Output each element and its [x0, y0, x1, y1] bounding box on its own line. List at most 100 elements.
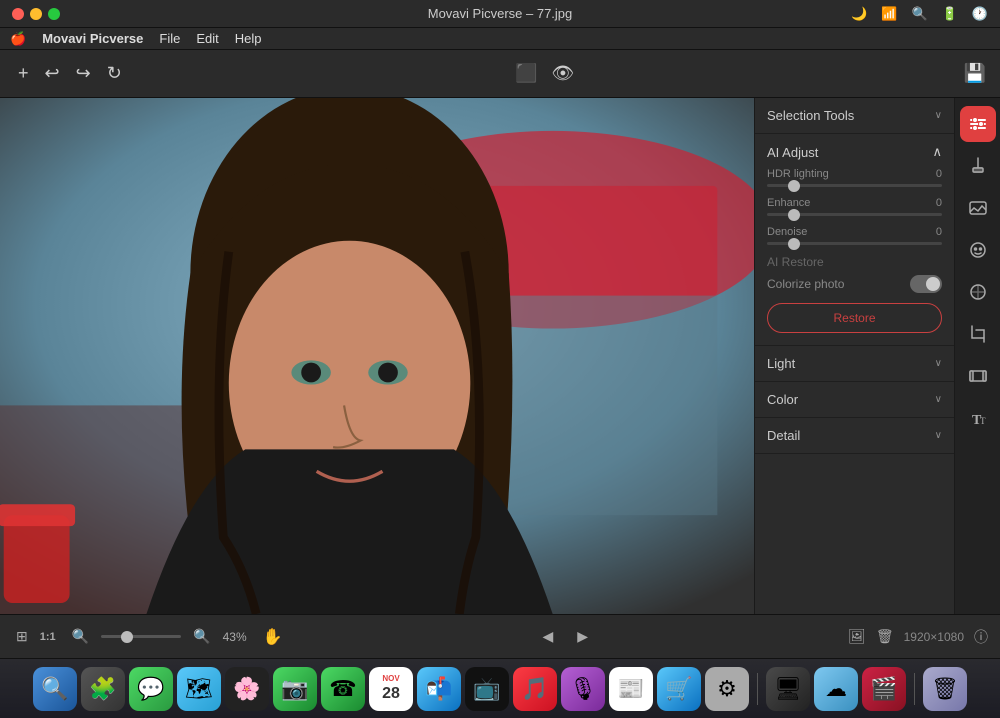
color-section-header[interactable]: Color [755, 382, 954, 418]
colorize-label: Colorize photo [767, 277, 844, 291]
dock-messages[interactable]: 💬 [129, 667, 173, 711]
denoise-slider-thumb[interactable] [788, 238, 800, 250]
bottom-bar: ⊞ 1:1 🔍 🔍 43% ✋ ◀ ▶ 🖼 🗑 1920×1080 ⓘ [0, 614, 1000, 658]
dock-launchpad[interactable]: 🧩 [81, 667, 125, 711]
image-dimensions: 1920×1080 [904, 630, 964, 644]
light-section-header[interactable]: Light [755, 346, 954, 382]
enhance-slider-thumb[interactable] [788, 209, 800, 221]
maximize-button[interactable] [48, 8, 60, 20]
title-bar: Movavi Picverse – 77.jpg 🌙 📶 🔍 🔋 🕐 [0, 0, 1000, 28]
zoom-percent: 43% [223, 630, 255, 644]
detail-chevron [935, 430, 942, 441]
dock-icloud[interactable]: ☁ [814, 667, 858, 711]
film-icon[interactable] [960, 358, 996, 394]
compare-button[interactable]: ⬛ [515, 63, 537, 84]
minimize-button[interactable] [30, 8, 42, 20]
detail-label: Detail [767, 428, 800, 443]
denoise-label: Denoise [767, 226, 807, 238]
fit-button[interactable]: ⊞ [12, 626, 32, 647]
rotate-button[interactable]: ↻ [103, 59, 126, 88]
title-bar-right: 🌙 📶 🔍 🔋 🕐 [851, 6, 988, 22]
face-icon[interactable] [960, 232, 996, 268]
dock-photos[interactable]: 🌸 [225, 667, 269, 711]
info-button[interactable]: ⓘ [974, 627, 988, 647]
detail-section-header[interactable]: Detail [755, 418, 954, 454]
zoom-out-button[interactable]: 🔍 [68, 626, 93, 647]
zoom-slider-thumb[interactable] [121, 631, 133, 643]
color-chevron [935, 394, 942, 405]
apple-menu[interactable]: 🍎 [10, 31, 26, 47]
edit-menu[interactable]: Edit [196, 31, 218, 46]
selection-tools-chevron [935, 110, 942, 121]
dock-tv[interactable]: 📺 [465, 667, 509, 711]
file-menu[interactable]: File [159, 31, 180, 46]
hdr-slider-track[interactable] [767, 184, 942, 187]
hand-tool-icon[interactable]: ✋ [263, 627, 283, 647]
ai-adjust-header[interactable]: AI Adjust [767, 134, 942, 168]
preview-button[interactable]: 👁 [551, 63, 574, 84]
denoise-slider-track[interactable] [767, 242, 942, 245]
traffic-lights[interactable] [12, 8, 60, 20]
mask-icon[interactable] [960, 274, 996, 310]
battery-icon: 🔋 [942, 6, 958, 22]
save-button[interactable]: 💾 [964, 63, 986, 84]
enhance-slider-track[interactable] [767, 213, 942, 216]
canvas-area[interactable] [0, 98, 754, 614]
portrait-svg [0, 98, 754, 614]
dock-finder[interactable]: 🔍 [33, 667, 77, 711]
toggle-thumb [926, 277, 940, 291]
window-title: Movavi Picverse – 77.jpg [428, 6, 573, 21]
dock-appstore[interactable]: 🛒 [657, 667, 701, 711]
light-label: Light [767, 356, 795, 371]
time-icon: 🕐 [972, 6, 988, 22]
dock-music[interactable]: 🎵 [513, 667, 557, 711]
dock-mail[interactable]: 📬 [417, 667, 461, 711]
sliders-icon[interactable] [960, 106, 996, 142]
dock-podcasts[interactable]: 🎙 [561, 667, 605, 711]
dock-phone[interactable]: ☎ [321, 667, 365, 711]
zoom-in-button[interactable]: 🔍 [189, 626, 214, 647]
enhance-slider-row: Enhance 0 [767, 197, 942, 216]
text-icon[interactable]: T T [960, 400, 996, 436]
thumbnail-button[interactable]: 🖼 [848, 628, 866, 645]
toolbar-left: + ↩ ↪ ↻ [14, 59, 126, 88]
bottom-center: ◀ ▶ [535, 624, 597, 649]
hdr-label: HDR lighting [767, 168, 829, 180]
close-button[interactable] [12, 8, 24, 20]
dock-maps[interactable]: 🗺 [177, 667, 221, 711]
image-overlay-icon[interactable] [960, 190, 996, 226]
dock-news[interactable]: 📰 [609, 667, 653, 711]
stamp-icon[interactable] [960, 148, 996, 184]
next-image-button[interactable]: ▶ [569, 624, 596, 649]
dock-calendar[interactable]: NOV 28 [369, 667, 413, 711]
redo-button[interactable]: ↪ [72, 59, 95, 88]
denoise-value: 0 [936, 226, 942, 238]
right-panel: Selection Tools AI Adjust HDR lighting 0 [754, 98, 954, 614]
colorize-toggle[interactable] [910, 275, 942, 293]
restore-button[interactable]: Restore [767, 303, 942, 333]
dock-movavi[interactable]: 🎬 [862, 667, 906, 711]
dock-divider-2 [914, 673, 915, 705]
hdr-slider-thumb[interactable] [788, 180, 800, 192]
color-label: Color [767, 392, 798, 407]
dock-facetime[interactable]: 📷 [273, 667, 317, 711]
icon-strip: T T [954, 98, 1000, 614]
bottom-right: 🖼 🗑 1920×1080 ⓘ [848, 627, 988, 647]
delete-button[interactable]: 🗑 [876, 628, 894, 645]
crop-icon[interactable] [960, 316, 996, 352]
undo-button[interactable]: ↩ [41, 59, 64, 88]
dock-preferences[interactable]: ⚙ [705, 667, 749, 711]
enhance-label: Enhance [767, 197, 810, 209]
dock-trash[interactable]: 🗑 [923, 667, 967, 711]
app-menu[interactable]: Movavi Picverse [42, 31, 143, 46]
prev-image-button[interactable]: ◀ [535, 624, 562, 649]
ai-adjust-section: AI Adjust HDR lighting 0 Enhance 0 [755, 134, 954, 346]
zoom-slider-track[interactable] [101, 635, 181, 638]
moon-icon: 🌙 [851, 6, 867, 22]
help-menu[interactable]: Help [235, 31, 262, 46]
selection-tools-header[interactable]: Selection Tools [755, 98, 954, 134]
ai-adjust-label: AI Adjust [767, 145, 818, 160]
ai-adjust-chevron [932, 144, 942, 160]
add-button[interactable]: + [14, 59, 33, 88]
dock-preview[interactable]: 🖥 [766, 667, 810, 711]
